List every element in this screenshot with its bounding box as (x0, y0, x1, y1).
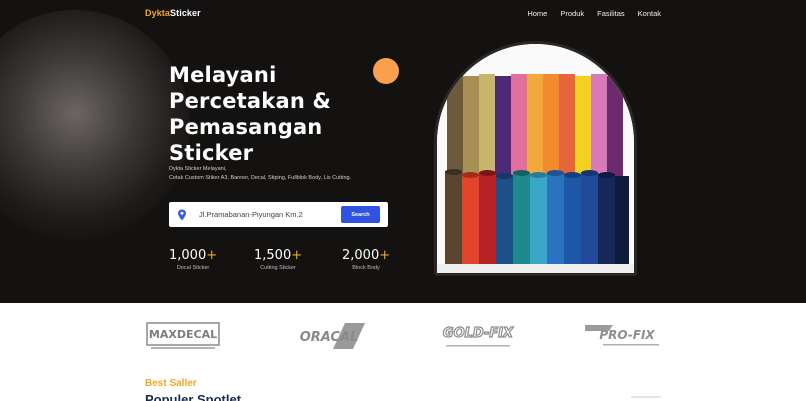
hero-glow (0, 10, 190, 240)
hero-description: Dykta Sticker Melayani, Cetak Custom Sti… (169, 165, 429, 183)
svg-text:GOLD-FIX: GOLD-FIX (443, 326, 514, 341)
maxdecal-logo: MAXDECAL (146, 322, 220, 349)
section-divider (631, 396, 661, 398)
hero-product-image (434, 41, 637, 276)
svg-text:ORACAL: ORACAL (300, 330, 359, 345)
navbar: DyktaSticker Home Produk Fasilitas Konta… (0, 0, 806, 28)
section-eyebrow: Best Saller (145, 378, 197, 389)
location-search-input[interactable] (199, 207, 334, 222)
search-button[interactable]: Search (341, 206, 380, 223)
stat-label: Cutting Sticker (260, 265, 296, 271)
stat-label: Block Body (352, 265, 380, 271)
nav-fasilitas[interactable]: Fasilitas (597, 9, 625, 18)
stat-decal: 1,000+ Decal Sticker (169, 248, 217, 271)
hero-section: DyktaSticker Home Produk Fasilitas Konta… (0, 0, 806, 303)
brand-logo[interactable]: DyktaSticker (145, 8, 201, 18)
gold-fix-logo: GOLD-FIX (442, 325, 515, 347)
hero-description-line-2: Cetak Custom Stiker A3, Banner, Decal, S… (169, 175, 352, 181)
stat-value: 1,000+ (169, 248, 218, 263)
svg-text:PRO-FIX: PRO-FIX (599, 328, 655, 342)
nav-produk[interactable]: Produk (560, 9, 584, 18)
brand-name: Sticker (170, 8, 201, 18)
stat-value: 1,500+ (254, 248, 303, 263)
vinyl-rolls-image (437, 44, 634, 273)
brand-name-accent: Dykta (145, 8, 171, 18)
partner-logos: MAXDECAL ORACAL GOLD-FIX PRO-FIX (0, 303, 806, 365)
stat-label: Decal Sticker (176, 265, 210, 271)
oracal-logo: ORACAL (300, 323, 365, 349)
nav-home[interactable]: Home (527, 9, 547, 18)
decorative-orange-circle (373, 58, 399, 84)
stat-cutting: 1,500+ Cutting Sticker (254, 248, 302, 271)
stat-block-body: 2,000+ Block Body (342, 248, 390, 271)
svg-text:MAXDECAL: MAXDECAL (149, 328, 217, 341)
nav-links: Home Produk Fasilitas Kontak (527, 9, 661, 18)
hero-description-line-1: Dykta Sticker Melayani, (169, 166, 227, 172)
stat-value: 2,000+ (342, 248, 391, 263)
location-pin-icon (178, 209, 186, 221)
section-title: Populer Spotlet (145, 392, 242, 401)
pro-fix-logo: PRO-FIX (585, 325, 659, 346)
hero-title: Melayani Percetakan & Pemasangan Sticker (169, 63, 332, 165)
nav-kontak[interactable]: Kontak (638, 9, 661, 18)
